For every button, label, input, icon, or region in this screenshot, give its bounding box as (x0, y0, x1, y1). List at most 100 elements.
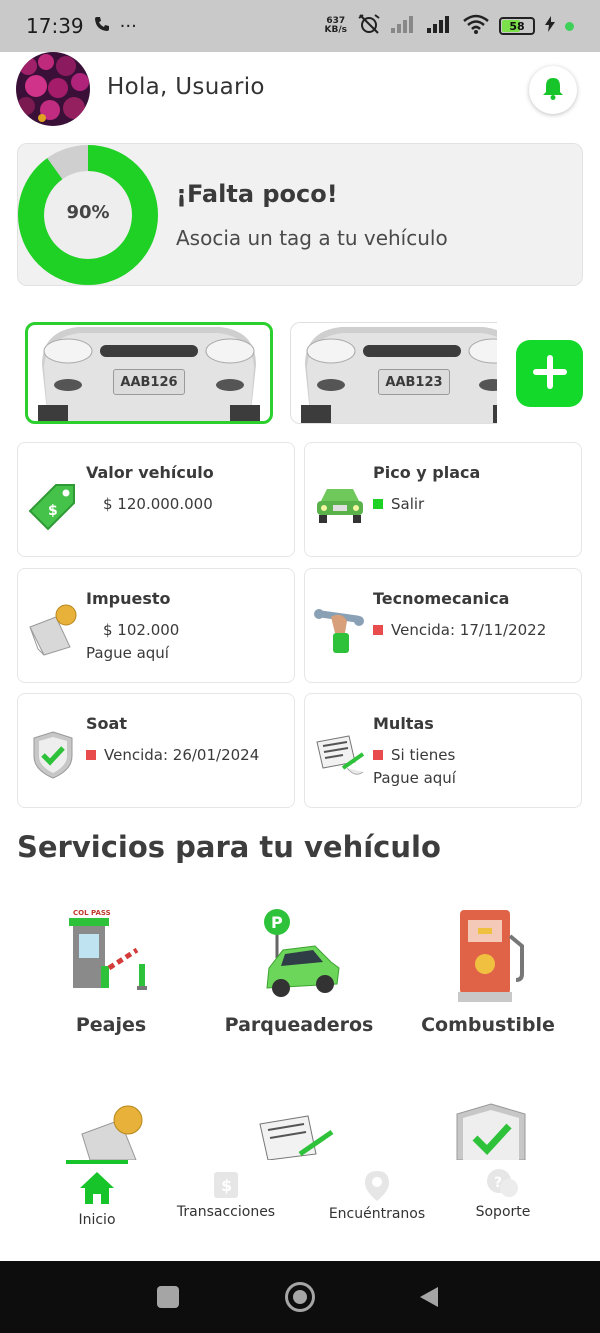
card-title: Soat (86, 714, 127, 733)
card-value: $ 120.000.000 (103, 495, 213, 513)
service-label: Combustible (421, 1014, 555, 1036)
nav-encuentranos[interactable]: Encuéntranos (320, 1170, 434, 1222)
wallet-coin-icon (26, 603, 80, 657)
avatar[interactable] (16, 52, 90, 126)
wifi-icon (463, 14, 489, 38)
status-indicator (86, 750, 96, 760)
service-peajes[interactable]: COL PASS Peajes (21, 906, 201, 1036)
license-plate: AAB126 (113, 369, 185, 395)
card-title: Pico y placa (373, 463, 481, 482)
card-status: Vencida: 17/11/2022 (373, 621, 546, 639)
pico-y-placa-card[interactable]: Pico y placa Salir (304, 442, 582, 557)
service-multas-partial[interactable] (256, 1110, 340, 1160)
svg-text:COL PASS: COL PASS (73, 909, 111, 917)
back-button[interactable] (418, 1285, 440, 1313)
status-bar: 17:39 ··· 637 KB/s 58 (0, 0, 600, 52)
more-icon: ··· (119, 15, 137, 37)
status-indicator (373, 499, 383, 509)
pay-link[interactable]: Pague aquí (86, 644, 169, 662)
services-title: Servicios para tu vehículo (17, 830, 441, 864)
card-status: Si tienes (373, 746, 455, 764)
recents-button[interactable] (157, 1286, 179, 1308)
notifications-button[interactable] (529, 66, 577, 114)
greeting: Hola, Usuario (107, 74, 265, 100)
status-text: Vencida: 26/01/2024 (104, 746, 260, 764)
charging-icon (545, 16, 555, 36)
home-button[interactable] (285, 1282, 315, 1312)
card-status: Salir (373, 495, 424, 513)
header: Hola, Usuario (0, 52, 600, 132)
active-tab-indicator (66, 1160, 128, 1164)
battery-icon: 58 (499, 17, 535, 35)
fuel-pump-icon (438, 906, 538, 1006)
car-icon (313, 477, 367, 531)
svg-text:?: ? (494, 1175, 502, 1191)
status-text: Si tienes (391, 746, 456, 764)
signal-icon (427, 15, 453, 37)
status-time: 17:39 (26, 14, 84, 38)
progress-title: ¡Falta poco! (176, 180, 338, 208)
vehicle-value-card[interactable]: $ Valor vehículo $ 120.000.000 (17, 442, 295, 557)
nav-label: Soporte (475, 1204, 531, 1220)
support-chat-icon: ? (485, 1169, 521, 1204)
phone-icon (94, 16, 110, 36)
license-plate: AAB123 (378, 369, 450, 395)
add-vehicle-button[interactable] (516, 340, 583, 407)
progress-percent: 90% (66, 202, 110, 223)
nav-transacciones[interactable]: $ Transacciones (166, 1170, 286, 1220)
nav-inicio[interactable]: Inicio (62, 1170, 132, 1228)
document-pen-icon (259, 1115, 334, 1160)
card-title: Tecnomecanica (373, 589, 510, 608)
dollar-document-icon: $ (212, 1172, 240, 1204)
progress-subtitle: Asocia un tag a tu vehículo (176, 226, 448, 250)
system-navigation-bar (0, 1261, 600, 1333)
card-title: Impuesto (86, 589, 171, 608)
toll-icon: COL PASS (61, 906, 161, 1006)
alarm-off-icon (357, 13, 381, 39)
price-tag-icon: $ (26, 477, 80, 531)
vehicle-card[interactable]: AAB126 (25, 322, 273, 424)
vehicle-carousel[interactable]: AAB126 AAB123 (17, 320, 497, 426)
svg-text:P: P (271, 913, 283, 932)
nav-label: Encuéntranos (328, 1206, 426, 1222)
service-soat-partial[interactable] (453, 1102, 529, 1160)
parking-car-icon: P (249, 906, 349, 1006)
svg-text:$: $ (48, 503, 58, 519)
notification-dot (565, 21, 574, 31)
card-title: Valor vehículo (86, 463, 214, 482)
soat-card[interactable]: Soat Vencida: 26/01/2024 (17, 693, 295, 808)
nav-label: Transacciones (176, 1204, 276, 1220)
nav-soporte[interactable]: ? Soporte (466, 1168, 540, 1220)
service-impuestos-partial[interactable] (78, 1104, 148, 1160)
service-parqueaderos[interactable]: P Parqueaderos (209, 906, 389, 1036)
wrench-hand-icon (313, 603, 367, 657)
shield-check-icon (456, 1103, 526, 1160)
svg-text:$: $ (221, 1176, 232, 1195)
vehicle-card[interactable]: AAB123 (290, 322, 497, 424)
bottom-navigation: Inicio $ Transacciones Encuéntranos ? So… (0, 1160, 600, 1260)
pay-link[interactable]: Pague aquí (373, 769, 456, 787)
progress-card[interactable]: 90% ¡Falta poco! Asocia un tag a tu vehí… (17, 143, 583, 286)
card-status: Vencida: 26/01/2024 (86, 746, 259, 764)
status-indicator (373, 750, 383, 760)
card-title: Multas (373, 714, 434, 733)
fines-card[interactable]: Multas Si tienes Pague aquí (304, 693, 582, 808)
status-text: Vencida: 17/11/2022 (391, 621, 547, 639)
shield-check-icon (26, 728, 80, 782)
location-pin-icon (364, 1171, 390, 1206)
nav-label: Inicio (78, 1212, 116, 1228)
home-icon (78, 1172, 116, 1210)
document-pen-icon (313, 728, 367, 782)
wallet-coin-icon (81, 1105, 143, 1160)
service-label: Peajes (75, 1014, 147, 1036)
plus-icon (531, 353, 569, 395)
status-text: Salir (391, 495, 425, 513)
service-combustible[interactable]: Combustible (398, 906, 578, 1036)
signal-weak-icon (391, 15, 417, 37)
status-indicator (373, 625, 383, 635)
card-value: $ 102.000 (103, 621, 180, 639)
tecnomecanica-card[interactable]: Tecnomecanica Vencida: 17/11/2022 (304, 568, 582, 683)
network-speed: 637 KB/s (324, 16, 347, 35)
tax-card[interactable]: Impuesto $ 102.000 Pague aquí (17, 568, 295, 683)
service-label: Parqueaderos (224, 1014, 374, 1036)
